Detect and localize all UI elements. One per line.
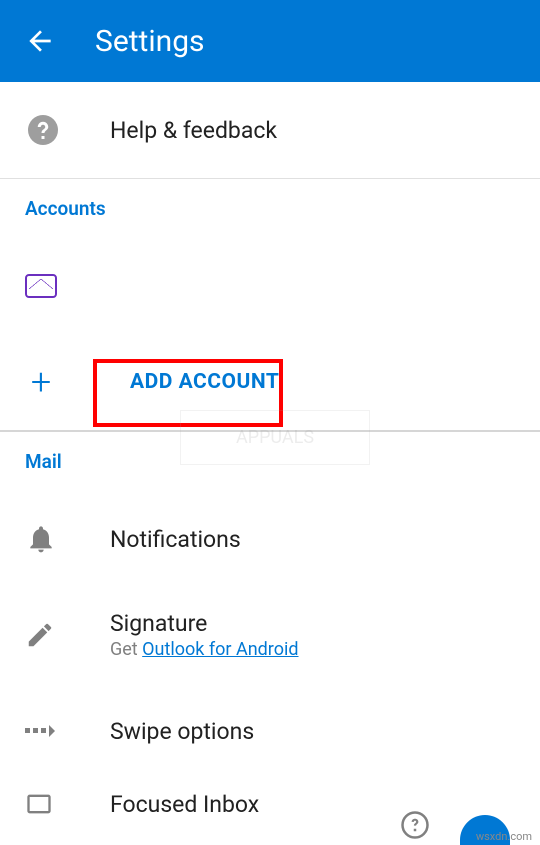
focused-inbox-label: Focused Inbox [110, 791, 259, 818]
swipe-options-row[interactable]: Swipe options [0, 683, 540, 779]
focused-inbox-row[interactable]: Focused Inbox [0, 779, 540, 829]
add-account-row[interactable]: + ADD ACCOUNT [0, 334, 540, 430]
bell-icon [25, 523, 57, 555]
help-circle-icon [400, 810, 430, 840]
help-feedback-row[interactable]: Help & feedback [0, 82, 540, 178]
notifications-row[interactable]: Notifications [0, 491, 540, 587]
swipe-options-label: Swipe options [110, 718, 254, 745]
back-button[interactable] [20, 21, 60, 61]
signature-label: Signature [110, 610, 299, 637]
signature-row[interactable]: Signature Get Outlook for Android [0, 587, 540, 683]
plus-icon: + [25, 361, 57, 403]
attribution-text: wsxdn.com [476, 830, 532, 843]
signature-prefix: Get [110, 639, 142, 660]
app-header: Settings [0, 0, 540, 82]
notifications-label: Notifications [110, 526, 241, 553]
help-icon [25, 112, 61, 148]
help-feedback-label: Help & feedback [110, 117, 277, 144]
mail-icon [25, 274, 57, 298]
swipe-icon [25, 721, 57, 741]
mail-section-header: Mail [0, 432, 540, 491]
add-account-label: ADD ACCOUNT [130, 370, 279, 394]
signature-link[interactable]: Outlook for Android [142, 639, 298, 660]
page-title: Settings [95, 24, 205, 59]
arrow-left-icon [24, 25, 56, 57]
pencil-icon [25, 620, 55, 650]
signature-subtitle: Get Outlook for Android [110, 639, 299, 660]
accounts-section-header: Accounts [0, 179, 540, 238]
inbox-icon [25, 790, 53, 818]
account-row[interactable] [0, 238, 540, 334]
